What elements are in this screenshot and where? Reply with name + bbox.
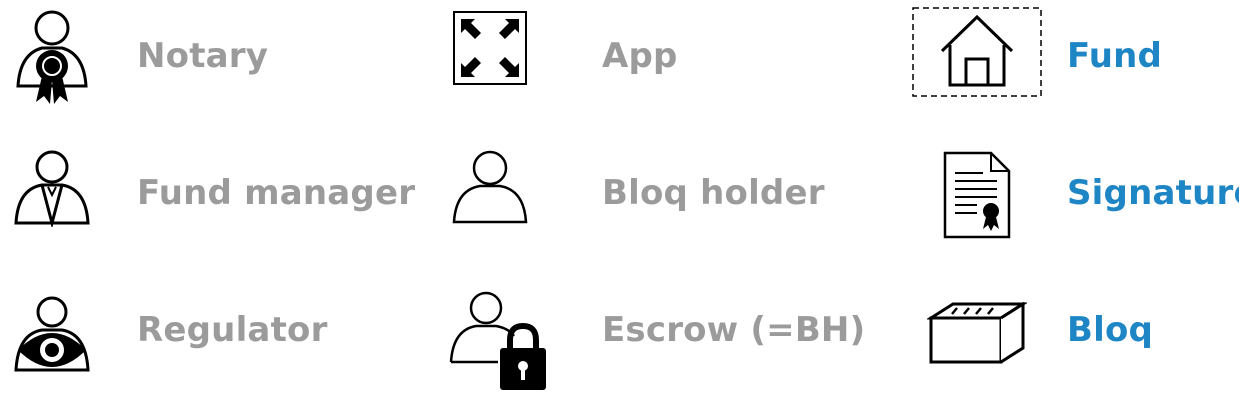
fund-manager-icon [12, 147, 92, 227]
notary-label: Notary [137, 36, 269, 76]
home-icon [912, 7, 1042, 97]
bloq-holder-label: Bloq holder [602, 173, 825, 213]
app-icon [453, 11, 527, 85]
regulator-icon [12, 294, 92, 374]
app-label: App [602, 36, 678, 76]
signature-label: Signature [1067, 173, 1239, 213]
fund-label: Fund [1067, 36, 1163, 76]
notary-icon [12, 6, 92, 106]
escrow-label: Escrow (=BH) [602, 310, 866, 350]
bloq-label: Bloq [1067, 310, 1154, 350]
brick-icon [927, 302, 1027, 366]
certificate-icon [943, 151, 1011, 239]
bloq-holder-icon [450, 148, 530, 224]
escrow-icon [448, 290, 548, 392]
regulator-label: Regulator [137, 310, 328, 350]
fund-manager-label: Fund manager [137, 173, 416, 213]
